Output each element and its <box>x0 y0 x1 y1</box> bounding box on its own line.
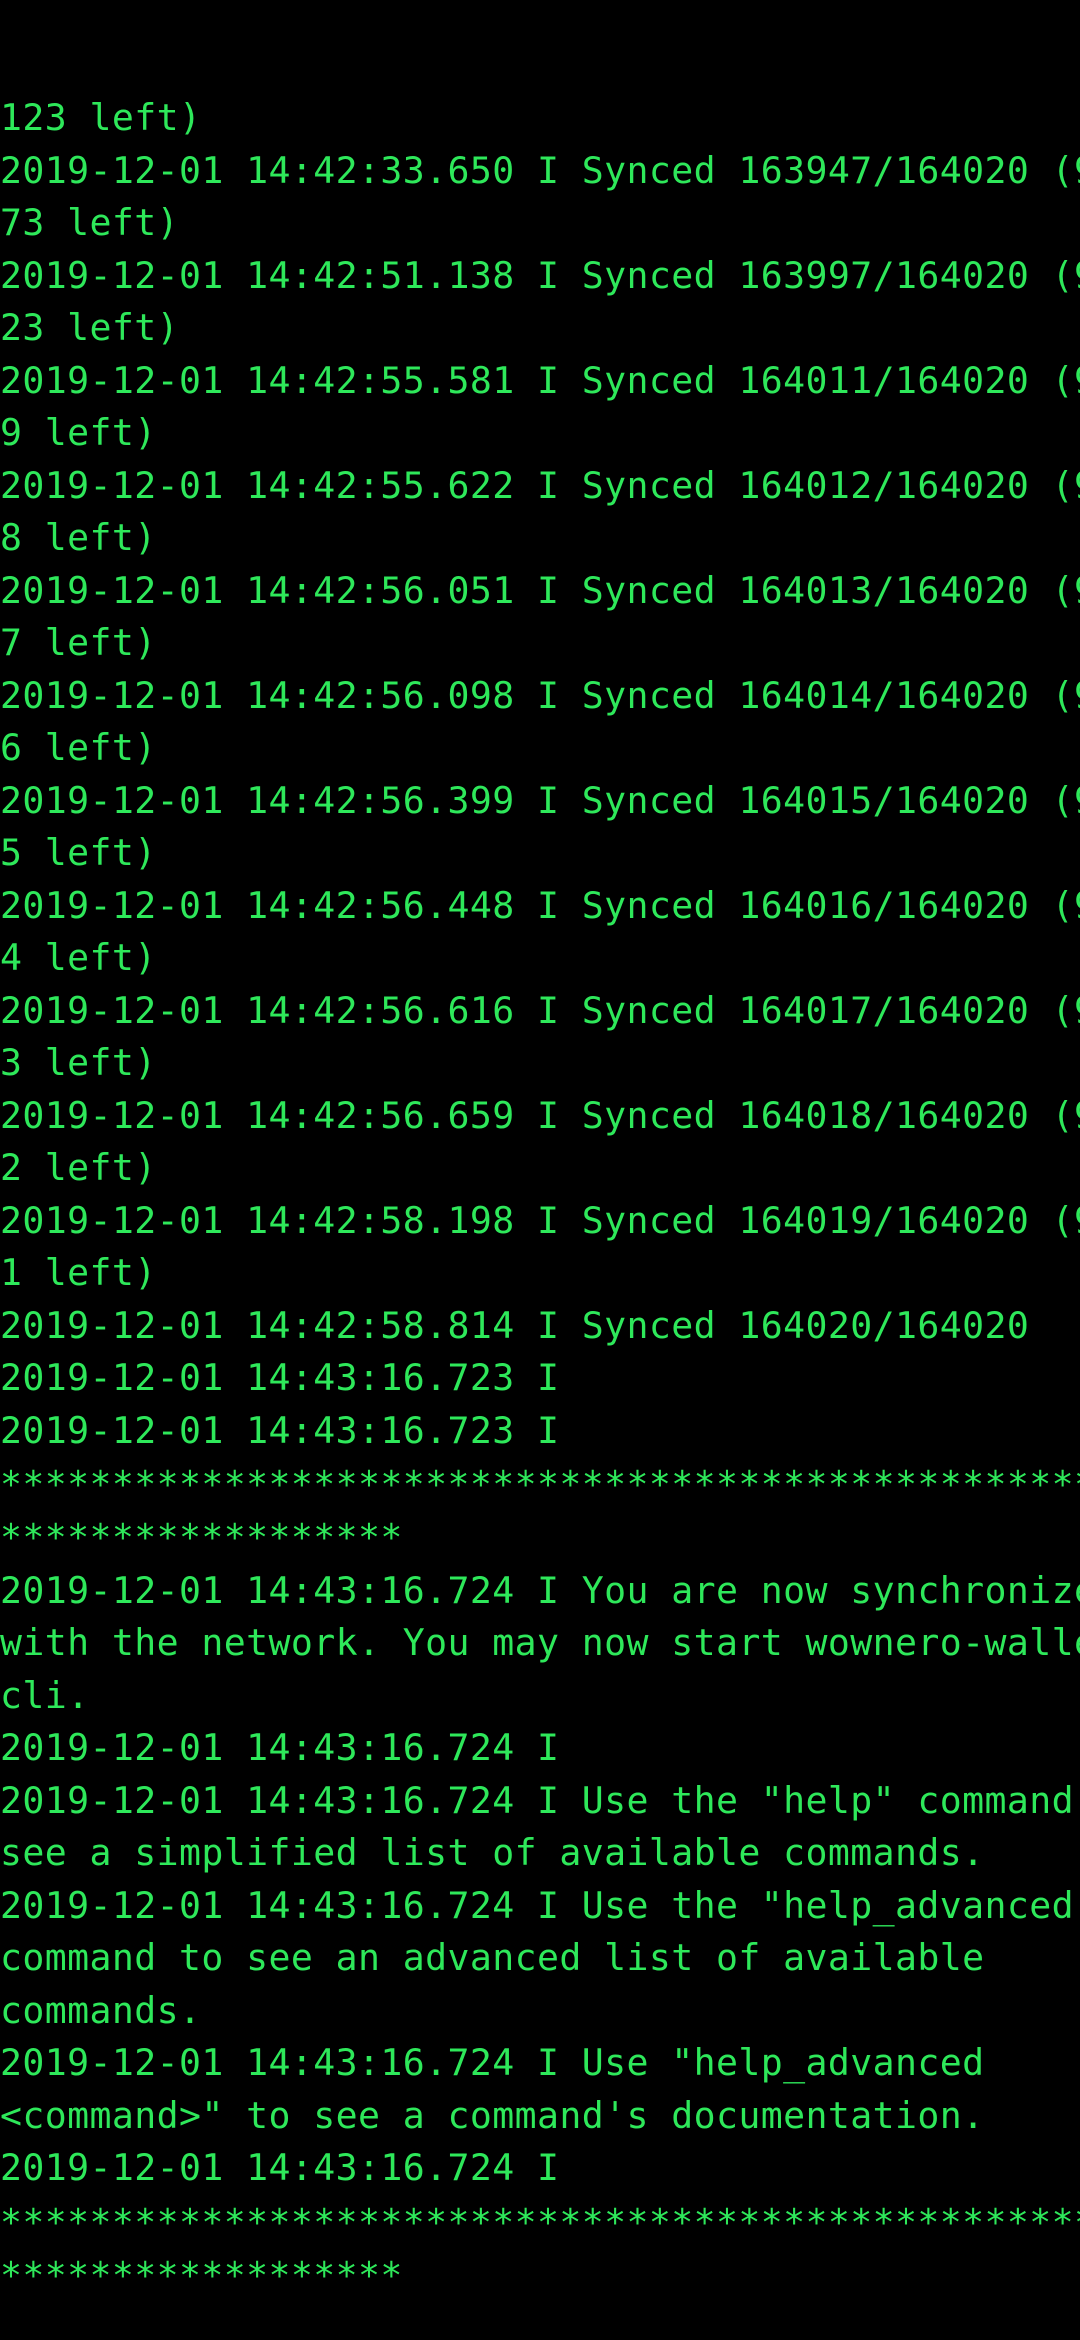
terminal-line: 2019-12-01 14:42:55.581 I Synced 164011/… <box>0 358 1080 402</box>
terminal-line: 2019-12-01 14:43:16.724 I <box>0 1726 560 1769</box>
terminal-line: 2019-12-01 14:42:55.622 I Synced 164012/… <box>0 463 1080 507</box>
terminal-line: cli. <box>0 1673 90 1717</box>
separator-line: ****************************************… <box>0 1463 1080 1506</box>
terminal-line: 2019-12-01 14:42:58.198 I Synced 164019/… <box>0 1198 1080 1242</box>
terminal-line: 2019-12-01 14:43:16.723 I <box>0 1356 560 1399</box>
terminal-line: 2019-12-01 14:43:16.723 I <box>0 1408 560 1452</box>
terminal-line: 7 left) <box>0 621 157 664</box>
terminal-line: 2019-12-01 14:42:56.659 I Synced 164018/… <box>0 1093 1080 1137</box>
terminal-line: 2019-12-01 14:42:56.399 I Synced 164015/… <box>0 778 1080 822</box>
terminal-line: 123 left) <box>0 96 202 139</box>
separator-line: ****************************************… <box>0 2200 1080 2244</box>
terminal-line: 2019-12-01 14:42:56.616 I Synced 164017/… <box>0 988 1080 1032</box>
terminal-line: 4 left) <box>0 936 157 979</box>
terminal-line: 8 left) <box>0 516 157 559</box>
terminal-line: 2019-12-01 14:42:56.098 I Synced 164014/… <box>0 673 1080 717</box>
terminal-line: 2019-12-01 14:42:51.138 I Synced 163997/… <box>0 253 1080 297</box>
terminal-line: 23 left) <box>0 306 179 349</box>
separator-line: ****************** <box>0 2253 403 2297</box>
terminal-line: 3 left) <box>0 1041 157 1084</box>
terminal-screen[interactable]: 123 left) 2019-12-01 14:42:33.650 I Sync… <box>0 0 1080 2340</box>
terminal-line: 2 left) <box>0 1146 157 1189</box>
terminal-line: 2019-12-01 14:43:16.724 I You are now sy… <box>0 1568 1080 1612</box>
terminal-line: with the network. You may now start wown… <box>0 1621 1080 1664</box>
terminal-line: 6 left) <box>0 726 157 769</box>
terminal-output: 123 left) 2019-12-01 14:42:33.650 I Sync… <box>0 92 1080 2302</box>
terminal-line: 2019-12-01 14:42:33.650 I Synced 163947/… <box>0 148 1080 192</box>
terminal-line: 73 left) <box>0 201 179 244</box>
terminal-line: 2019-12-01 14:42:56.051 I Synced 164013/… <box>0 568 1080 612</box>
terminal-line: commands. <box>0 1988 202 2032</box>
terminal-line: 9 left) <box>0 411 157 454</box>
separator-line: ****************** <box>0 1516 403 1559</box>
terminal-line: 5 left) <box>0 831 157 874</box>
terminal-line: 2019-12-01 14:42:56.448 I Synced 164016/… <box>0 883 1080 927</box>
terminal-line: 2019-12-01 14:43:16.724 I Use the "help"… <box>0 1778 1080 1822</box>
terminal-line: 2019-12-01 14:42:58.814 I Synced 164020/… <box>0 1303 1030 1347</box>
terminal-line: 2019-12-01 14:43:16.724 I <box>0 2146 560 2189</box>
terminal-line: see a simplified list of available comma… <box>0 1831 985 1874</box>
terminal-line: <command>" to see a command's documentat… <box>0 2093 985 2137</box>
terminal-line: 1 left) <box>0 1251 157 1294</box>
terminal-line: command to see an advanced list of avail… <box>0 1936 985 1979</box>
terminal-line: 2019-12-01 14:43:16.724 I Use the "help_… <box>0 1883 1080 1927</box>
terminal-line: 2019-12-01 14:43:16.724 I Use "help_adva… <box>0 2041 985 2084</box>
